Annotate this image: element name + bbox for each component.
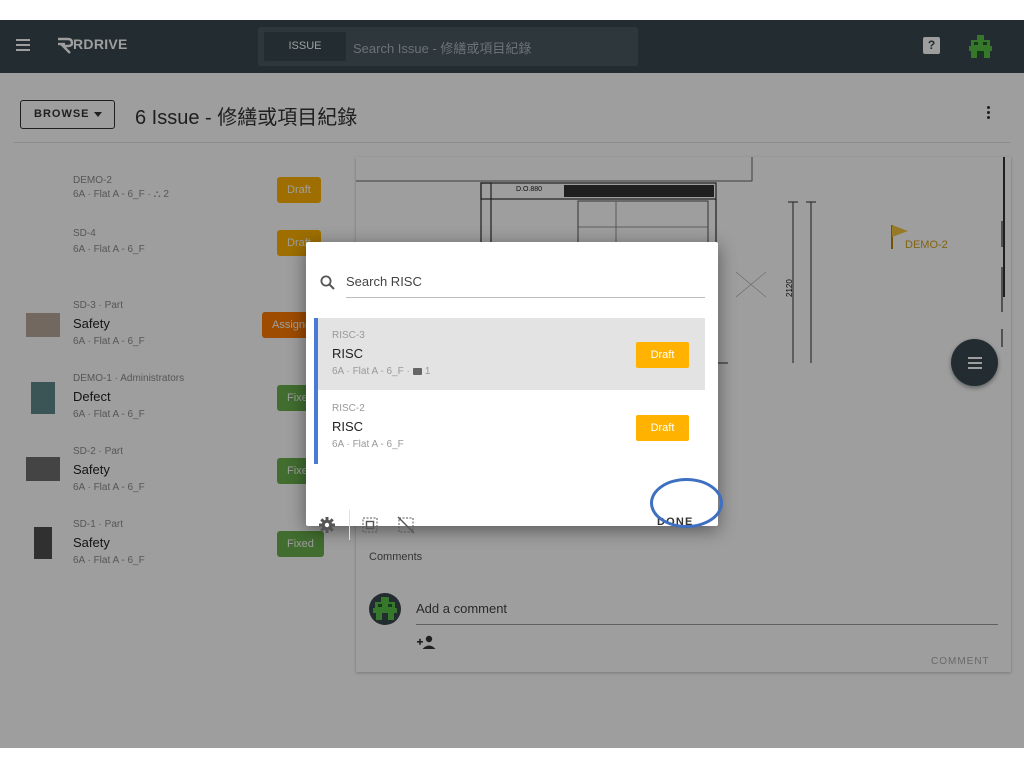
risc-name: RISC <box>332 419 364 434</box>
risc-name: RISC <box>332 346 364 361</box>
risc-list-item[interactable]: RISC-3 RISC 6A · Flat A - 6_F · 1 Draft <box>318 318 705 390</box>
attachment-count: 1 <box>424 366 431 377</box>
app-window: RDRIVE ISSUE Search Issue - 修繕或項目紀錄 ? BR… <box>0 20 1024 748</box>
status-badge: Draft <box>636 415 689 441</box>
risc-list: RISC-3 RISC 6A · Flat A - 6_F · 1 Draft R… <box>314 318 705 464</box>
risc-code: RISC-2 <box>332 403 365 414</box>
select-all-icon[interactable] <box>362 517 378 533</box>
risc-code: RISC-3 <box>332 330 365 341</box>
folder-icon <box>412 367 422 375</box>
deselect-icon[interactable] <box>397 516 415 534</box>
search-icon <box>320 275 335 290</box>
footer-divider <box>349 510 350 540</box>
risc-location-text: 6A · Flat A - 6_F · <box>332 366 410 377</box>
risc-location: 6A · Flat A - 6_F <box>332 439 404 450</box>
risc-list-item[interactable]: RISC-2 RISC 6A · Flat A - 6_F Draft <box>318 391 705 463</box>
status-badge: Draft <box>636 342 689 368</box>
risc-search-input[interactable]: Search RISC <box>346 270 705 298</box>
highlight-annotation <box>650 478 723 528</box>
risc-picker-dialog: Search RISC RISC-3 RISC 6A · Flat A - 6_… <box>306 242 718 540</box>
risc-location: 6A · Flat A - 6_F · 1 <box>332 366 430 377</box>
gear-icon[interactable] <box>318 516 336 534</box>
